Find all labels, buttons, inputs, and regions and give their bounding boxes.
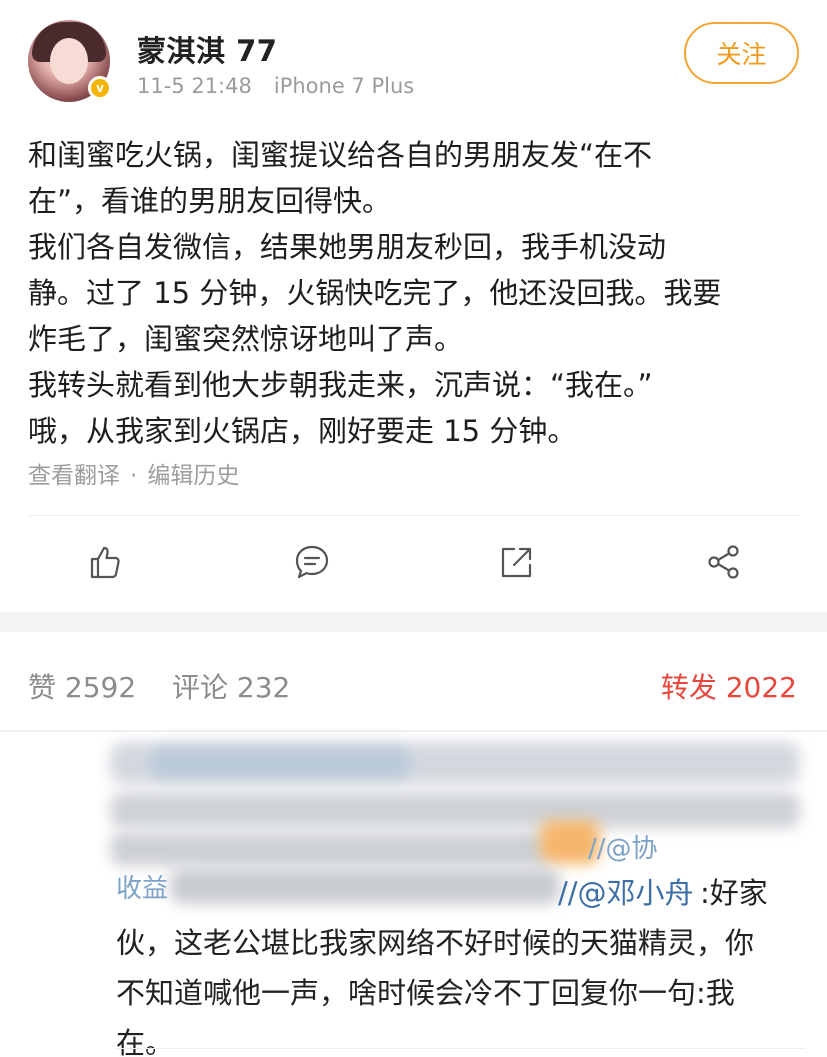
blurred-content [110,792,800,828]
post-line: 哦，从我家到火锅店，刚好要走 15 分钟。 [28,414,577,448]
post-meta: 11-5 21:48 iPhone 7 Plus [137,74,414,98]
likes-tab[interactable]: 赞 2592 [28,666,136,706]
comments-tab[interactable]: 评论 232 [172,666,290,706]
comment-icon[interactable] [290,540,334,584]
mention-partial[interactable]: //@协 [588,828,658,865]
repost-icon[interactable] [494,540,538,584]
post-content: 和闺蜜吃火锅，闺蜜提议给各自的男朋友发“在不 在”，看谁的男朋友回得快。 我们各… [28,132,800,454]
blurred-content [170,868,560,904]
comment-text: 伙，这老公堪比我家网络不好时候的天猫精灵，你 不知道喊他一声，啥时候会冷不丁回复… [116,918,806,1057]
post-footer-links: 查看翻译 · 编辑历史 [28,456,239,490]
action-bar [0,530,827,600]
post-device: iPhone 7 Plus [273,74,415,98]
reposts-tab[interactable]: 转发 2022 [661,666,797,706]
like-icon[interactable] [82,540,126,584]
post-line: 我转头就看到他大步朝我走来，沉声说：“我在。” [28,368,653,402]
username[interactable]: 蒙淇淇 77 [137,28,277,70]
translate-link[interactable]: 查看翻译 [28,463,120,489]
follow-button[interactable]: 关注 [684,22,799,84]
edit-history-link[interactable]: 编辑历史 [147,463,239,489]
comment-line: 不知道喊他一声，啥时候会冷不丁回复你一句:我 [116,976,735,1010]
post-line: 我们各自发微信，结果她男朋友秒回，我手机没动 [28,230,667,264]
stats-bar: 赞 2592 评论 232 转发 2022 [0,632,827,732]
divider [116,1048,806,1049]
prefix-partial: 收益 [116,874,169,904]
comment-line: 在。 [116,1026,175,1057]
post-line: 炸毛了，闺蜜突然惊讶地叫了声。 [28,322,464,356]
comment-line: :好家 [700,876,768,910]
weibo-post: v 蒙淇淇 77 11-5 21:48 iPhone 7 Plus 关注 和闺蜜吃… [0,0,827,612]
divider [28,515,800,516]
verified-badge-icon: v [88,76,112,100]
mention-link[interactable]: //@邓小舟 [558,870,694,912]
post-time: 11-5 21:48 [137,74,252,98]
separator: · [130,463,138,489]
avatar-face [50,38,88,84]
section-gap [0,612,827,632]
post-line: 和闺蜜吃火锅，闺蜜提议给各自的男朋友发“在不 [28,138,653,172]
post-line: 静。过了 15 分钟，火锅快吃完了，他还没回我。我要 [28,276,722,310]
post-line: 在”，看谁的男朋友回得快。 [28,184,392,218]
share-icon[interactable] [702,540,746,584]
comment-line: 伙，这老公堪比我家网络不好时候的天猫精灵，你 [116,926,755,960]
blurred-content [150,748,410,778]
blurred-content [110,832,550,866]
